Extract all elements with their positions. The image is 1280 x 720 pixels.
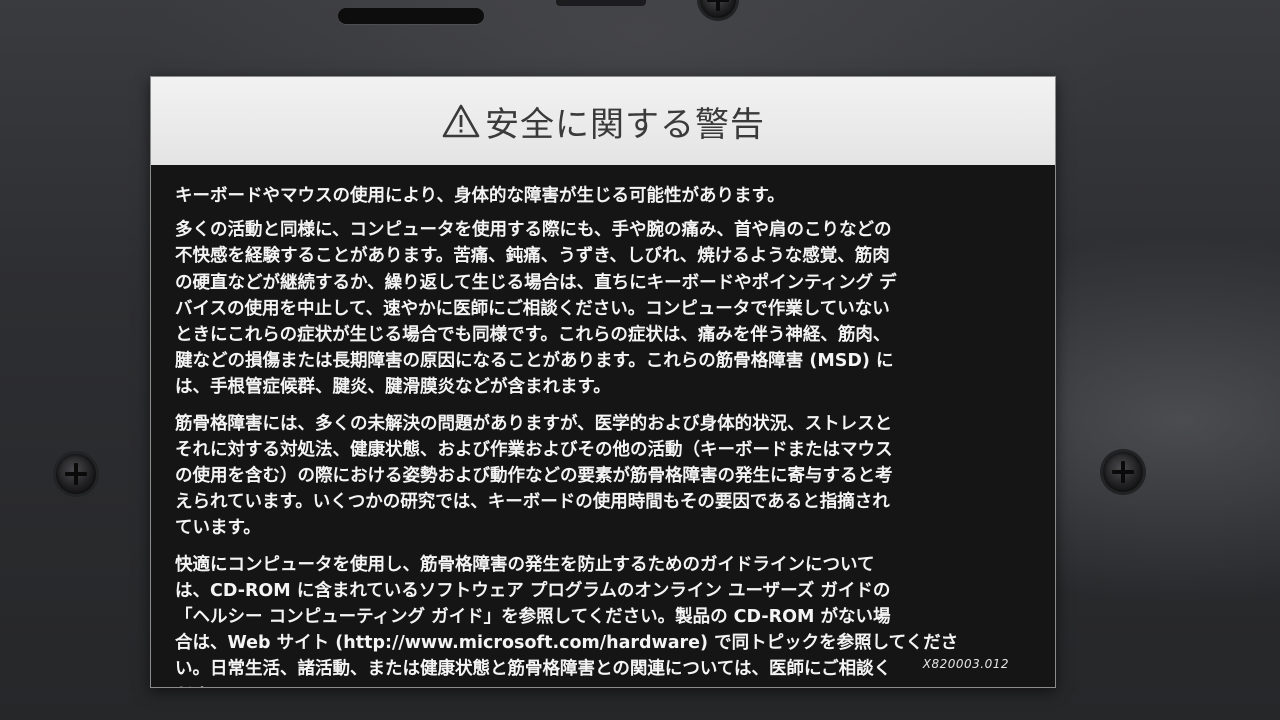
safety-warning-label: 安全に関する警告 キーボードやマウスの使用により、身体的な障害が生じる可能性があ… (150, 76, 1056, 688)
warning-triangle-icon (442, 104, 480, 138)
paragraph-causes: 筋骨格障害には、多くの未解決の問題がありますが、医学的および身体的状況、ストレス… (175, 413, 893, 539)
label-body: キーボードやマウスの使用により、身体的な障害が生じる可能性があります。 多くの活… (151, 165, 1055, 687)
screw-icon (56, 454, 96, 494)
device-underside: 安全に関する警告 キーボードやマウスの使用により、身体的な障害が生じる可能性があ… (0, 0, 1280, 720)
screw-icon (700, 0, 736, 18)
lead-paragraph: キーボードやマウスの使用により、身体的な障害が生じる可能性があります。 (175, 186, 785, 206)
paragraph-guidelines: 快適にコンピュータを使用し、筋骨格障害の発生を防止するためのガイドラインについて… (175, 554, 959, 687)
label-header: 安全に関する警告 (151, 77, 1055, 165)
paragraph-symptoms: 多くの活動と同様に、コンピュータを使用する際にも、手や腕の痛み、首や肩のこりなど… (175, 220, 897, 398)
ventilation-slot (338, 8, 484, 24)
document-code: X820003.012 (922, 657, 1009, 671)
device-edge-notch (556, 0, 646, 6)
screw-icon (1103, 452, 1143, 492)
label-title: 安全に関する警告 (485, 104, 765, 145)
